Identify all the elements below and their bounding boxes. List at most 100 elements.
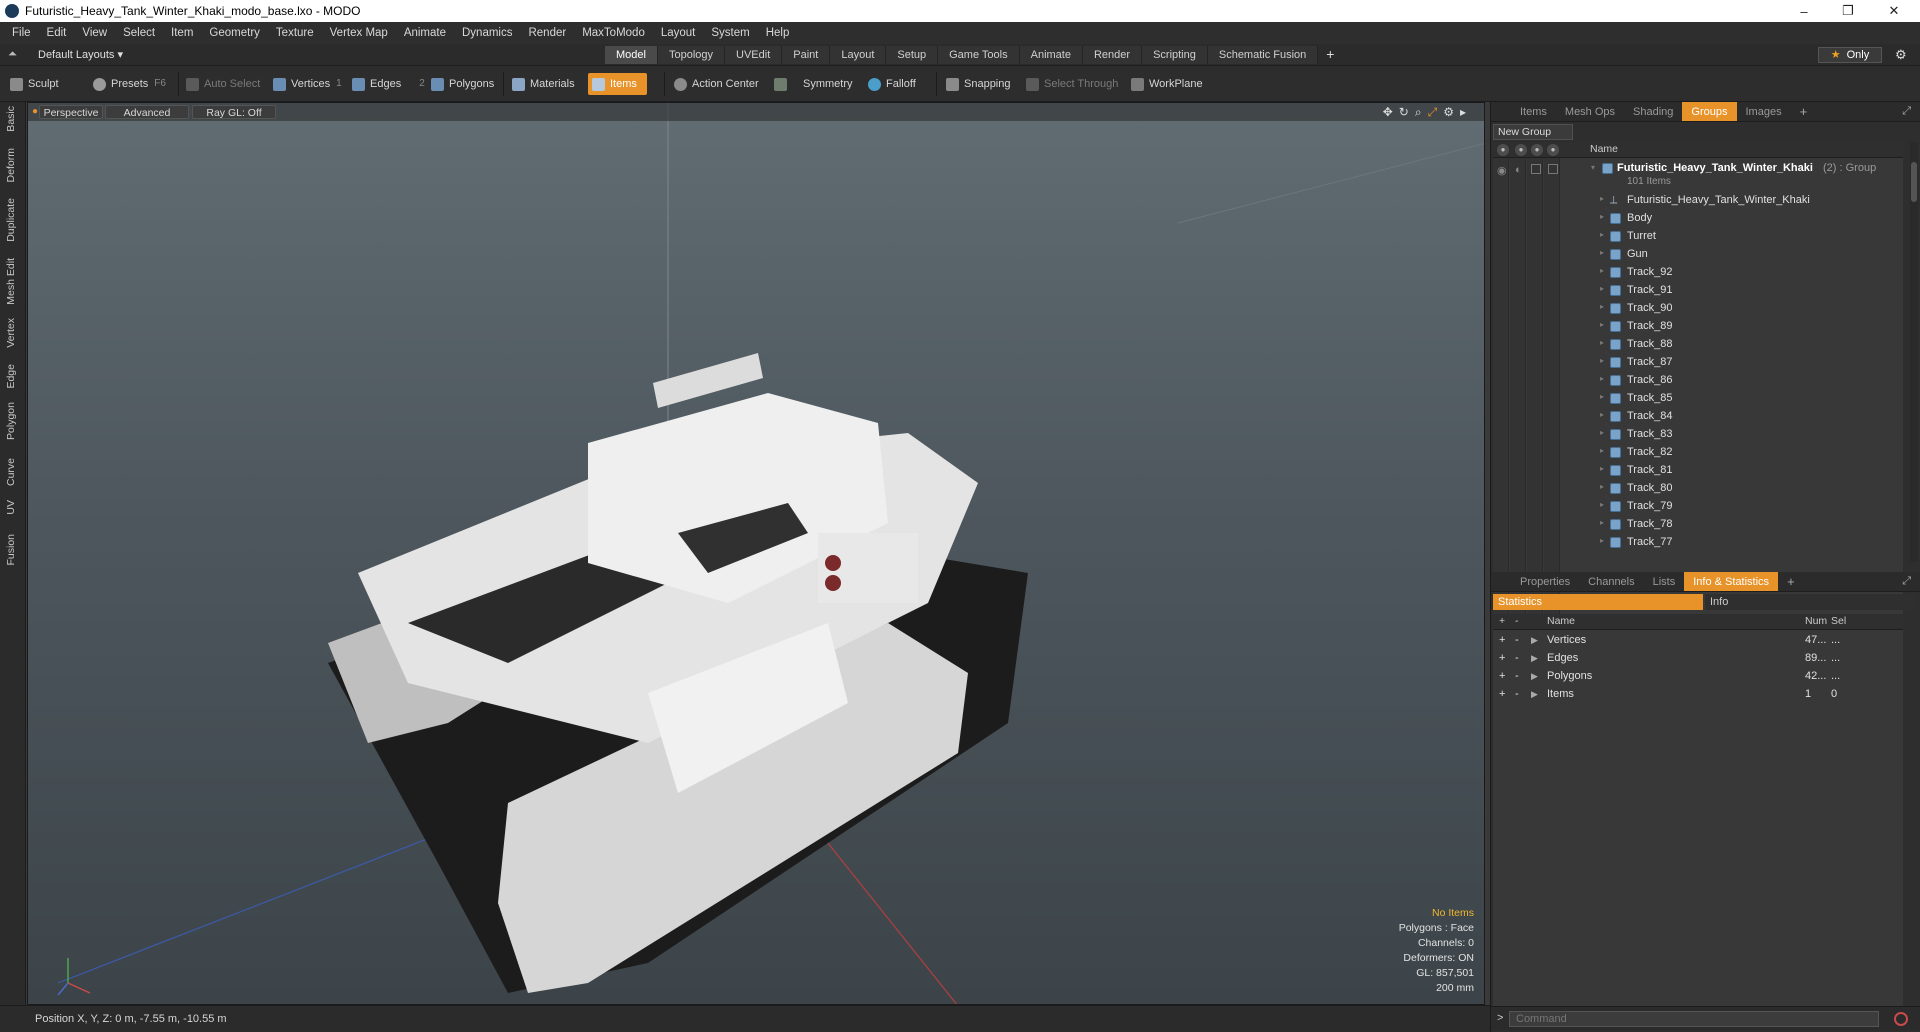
tab-layout[interactable]: Layout [830, 46, 887, 64]
minimize-button[interactable]: – [1782, 0, 1826, 22]
viewport-menu-dot-icon[interactable]: ● [32, 106, 38, 117]
3d-viewport[interactable]: ● Perspective Advanced Ray GL: Off ✥ ↻ ⌕… [27, 102, 1485, 1005]
tree-row[interactable]: ▸ Track_85 [1493, 390, 1903, 408]
tab-properties[interactable]: Properties [1511, 572, 1579, 591]
collapse-up-icon[interactable]: ⏶ [8, 48, 20, 60]
tab-mesh-ops[interactable]: Mesh Ops [1556, 102, 1624, 121]
add-icon[interactable]: + [1499, 652, 1505, 664]
tree-row[interactable]: ▸ Track_89 [1493, 318, 1903, 336]
expand-arrow-icon[interactable]: ▸ [1600, 428, 1604, 437]
expand-arrow-icon[interactable]: ▸ [1600, 410, 1604, 419]
workplane-button[interactable]: WorkPlane [1131, 73, 1203, 95]
add-panel-tab-button[interactable]: + [1778, 572, 1804, 591]
remove-icon[interactable]: - [1515, 634, 1519, 646]
collapse-arrow-icon[interactable]: ▾ [1591, 163, 1595, 172]
tab-polygon[interactable]: Polygon [5, 402, 17, 440]
tree-row[interactable]: ▸ Track_82 [1493, 444, 1903, 462]
raygl-dropdown[interactable]: Ray GL: Off [192, 105, 276, 119]
tree-row[interactable]: ▸ Track_92 [1493, 264, 1903, 282]
auto-select-button[interactable]: Auto Select [186, 73, 260, 95]
only-toggle-button[interactable]: ★ Only [1818, 47, 1882, 63]
menu-item[interactable]: Item [163, 22, 201, 44]
tab-animate[interactable]: Animate [1019, 46, 1083, 64]
record-macro-icon[interactable] [1894, 1012, 1908, 1026]
select-checkbox[interactable] [1548, 164, 1558, 174]
tab-mesh-edit[interactable]: Mesh Edit [5, 258, 17, 305]
expand-arrow-icon[interactable]: ▸ [1600, 446, 1604, 455]
expand-arrow-icon[interactable]: ▸ [1600, 356, 1604, 365]
tab-setup[interactable]: Setup [886, 46, 939, 64]
expand-arrow-icon[interactable]: ▸ [1600, 194, 1604, 203]
tree-row[interactable]: ▸ Track_81 [1493, 462, 1903, 480]
add-icon[interactable]: + [1499, 688, 1505, 700]
tree-row[interactable]: ▸ Track_77 [1493, 534, 1903, 552]
tab-vertex[interactable]: Vertex [5, 318, 17, 348]
symmetry-button[interactable]: Symmetry [774, 73, 853, 95]
remove-icon[interactable]: - [1515, 652, 1519, 664]
group-row[interactable]: ◉ ◐ ▾ Futuristic_Heavy_Tank_Winter_Khaki… [1493, 160, 1903, 190]
tab-images[interactable]: Images [1737, 102, 1791, 121]
tree-row[interactable]: ▸ Turret [1493, 228, 1903, 246]
remove-icon[interactable]: - [1515, 688, 1519, 700]
expand-arrow-icon[interactable]: ▸ [1600, 266, 1604, 275]
panel-expand-icon[interactable]: ⤢ [1902, 575, 1911, 588]
visibility-column-icon[interactable]: ● [1497, 144, 1509, 156]
tab-game-tools[interactable]: Game Tools [938, 46, 1020, 64]
presets-button[interactable]: Presets F6 [93, 73, 166, 95]
menu-edit[interactable]: Edit [39, 22, 75, 44]
add-tab-button[interactable]: + [1318, 46, 1342, 64]
tab-items[interactable]: Items [1511, 102, 1556, 121]
perspective-dropdown[interactable]: Perspective [39, 105, 103, 119]
tab-basic[interactable]: Basic [5, 106, 17, 132]
tree-row[interactable]: ▸ Track_91 [1493, 282, 1903, 300]
add-panel-tab-button[interactable]: + [1791, 102, 1817, 121]
default-layouts-dropdown[interactable]: Default Layouts ▾ [38, 48, 123, 61]
tab-uvedit[interactable]: UVEdit [725, 46, 783, 64]
tab-shading[interactable]: Shading [1624, 102, 1682, 121]
tab-topology[interactable]: Topology [657, 46, 726, 64]
snapping-button[interactable]: Snapping [946, 73, 1011, 95]
tab-edge[interactable]: Edge [5, 364, 17, 389]
vertices-button[interactable]: Vertices 1 [273, 73, 342, 95]
expand-arrow-icon[interactable]: ▸ [1600, 374, 1604, 383]
tree-row[interactable]: ▸ Track_84 [1493, 408, 1903, 426]
tab-curve[interactable]: Curve [5, 458, 17, 486]
remove-icon[interactable]: - [1515, 670, 1519, 682]
tree-row[interactable]: ▸ ⟂ Futuristic_Heavy_Tank_Winter_Khaki [1493, 192, 1903, 210]
expand-arrow-icon[interactable]: ▸ [1600, 302, 1604, 311]
expand-arrow-icon[interactable]: ▸ [1600, 518, 1604, 527]
menu-texture[interactable]: Texture [268, 22, 322, 44]
expand-arrow-icon[interactable]: ▶ [1531, 689, 1538, 700]
tree-row[interactable]: ▸ Track_83 [1493, 426, 1903, 444]
tab-lists[interactable]: Lists [1644, 572, 1685, 591]
tab-render[interactable]: Render [1082, 46, 1143, 64]
menu-select[interactable]: Select [115, 22, 163, 44]
select-through-button[interactable]: Select Through [1026, 73, 1118, 95]
stats-row[interactable]: + - ▶ Items 1 0 [1493, 686, 1903, 704]
tree-row[interactable]: ▸ Track_80 [1493, 480, 1903, 498]
expand-arrow-icon[interactable]: ▶ [1531, 635, 1538, 646]
add-icon[interactable]: + [1499, 634, 1505, 646]
maximize-button[interactable]: ❐ [1826, 0, 1870, 22]
tree-row[interactable]: ▸ Track_88 [1493, 336, 1903, 354]
select-column-icon[interactable]: ● [1547, 144, 1559, 156]
expand-arrow-icon[interactable]: ▸ [1600, 500, 1604, 509]
panel-expand-icon[interactable]: ⤢ [1902, 105, 1911, 118]
menu-vertex-map[interactable]: Vertex Map [322, 22, 396, 44]
tree-row[interactable]: ▸ Track_78 [1493, 516, 1903, 534]
close-button[interactable]: ✕ [1872, 0, 1916, 22]
tree-row[interactable]: ▸ Track_79 [1493, 498, 1903, 516]
edges-button[interactable]: Edges 2 [352, 73, 425, 95]
tree-row[interactable]: ▸ Body [1493, 210, 1903, 228]
tab-model[interactable]: Model [605, 46, 658, 64]
expand-arrow-icon[interactable]: ▸ [1600, 392, 1604, 401]
advanced-dropdown[interactable]: Advanced [105, 105, 189, 119]
expand-arrow-icon[interactable]: ▸ [1600, 248, 1604, 257]
falloff-button[interactable]: Falloff [868, 73, 916, 95]
groups-scrollbar[interactable] [1910, 142, 1918, 562]
expand-arrow-icon[interactable]: ▶ [1531, 671, 1538, 682]
tree-row[interactable]: ▸ Track_86 [1493, 372, 1903, 390]
tab-info-statistics[interactable]: Info & Statistics [1684, 572, 1779, 591]
lock-column-icon[interactable]: ● [1531, 144, 1543, 156]
polygons-button[interactable]: Polygons [431, 73, 494, 95]
